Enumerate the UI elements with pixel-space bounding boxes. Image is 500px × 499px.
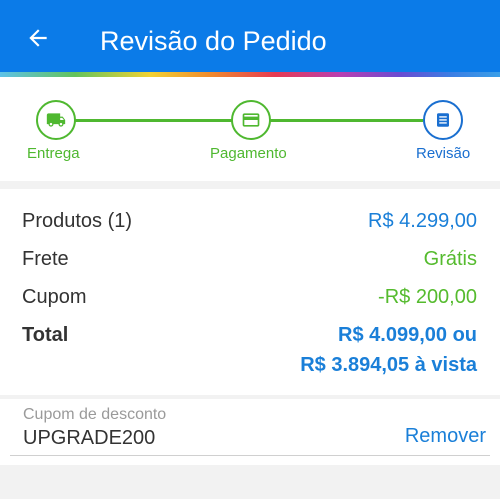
step-label-pagamento: Pagamento (210, 145, 287, 162)
step-entrega[interactable] (36, 100, 76, 140)
products-label: Produtos (1) (22, 210, 133, 232)
coupon-section: Cupom de desconto UPGRADE200 Remover (0, 399, 500, 465)
step-label-entrega: Entrega (27, 145, 80, 162)
step-connector-1 (75, 119, 232, 122)
order-summary: Produtos (1) R$ 4.299,00 Frete Grátis Cu… (0, 189, 500, 395)
list-icon (437, 113, 449, 127)
coupon-value: -R$ 200,00 (378, 286, 477, 308)
step-label-revisao: Revisão (416, 145, 471, 162)
step-revisao[interactable] (423, 100, 463, 140)
app-bar: Revisão do Pedido (0, 0, 500, 72)
back-button[interactable] (22, 22, 54, 54)
total-value-cash: R$ 3.894,05 à vista (300, 354, 477, 376)
remove-coupon-button[interactable]: Remover (405, 424, 486, 448)
coupon-label: Cupom (22, 286, 87, 308)
checkout-stepper: Entrega Pagamento Revisão (0, 77, 500, 181)
truck-icon (46, 113, 66, 127)
credit-card-icon (242, 113, 260, 127)
total-label: Total (22, 324, 69, 346)
coupon-field-caption: Cupom de desconto (23, 406, 167, 423)
total-value-installment: R$ 4.099,00 ou (338, 324, 477, 346)
shipping-value: Grátis (423, 248, 477, 270)
coupon-code-field[interactable]: UPGRADE200 (23, 426, 155, 450)
step-pagamento[interactable] (231, 100, 271, 140)
shipping-label: Frete (22, 248, 69, 270)
coupon-field-underline (10, 455, 490, 456)
step-connector-2 (268, 119, 423, 122)
page-title: Revisão do Pedido (100, 26, 327, 56)
products-value: R$ 4.299,00 (368, 210, 477, 232)
arrow-left-icon (29, 29, 47, 47)
